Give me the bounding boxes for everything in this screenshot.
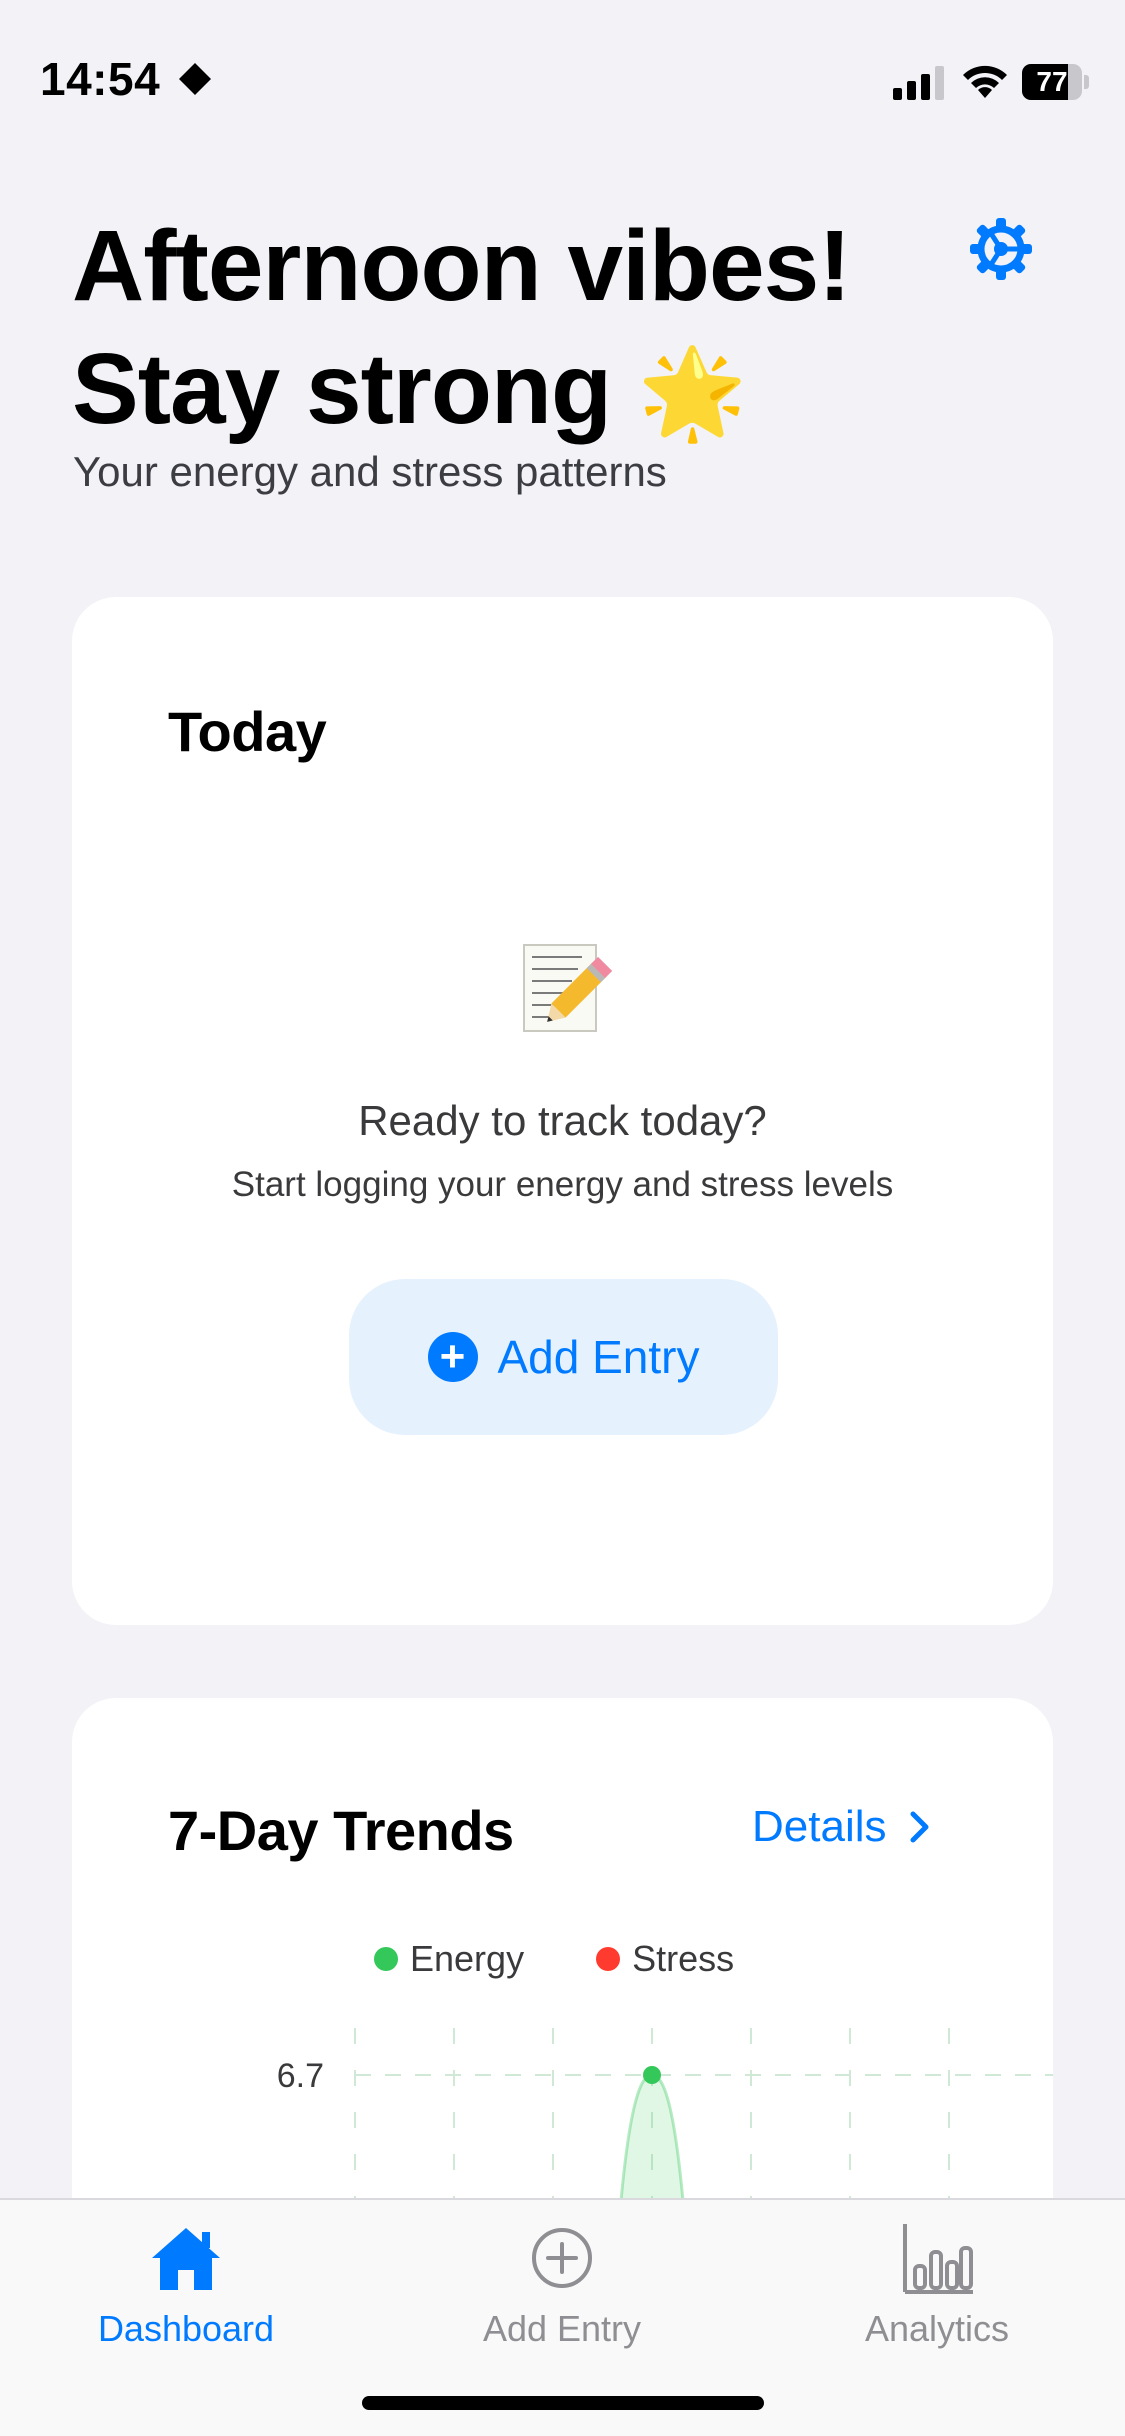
chart-y-tick-label: 6.7 bbox=[277, 2057, 324, 2095]
legend-item-energy: Energy bbox=[374, 1938, 524, 1980]
legend-label-energy: Energy bbox=[410, 1938, 525, 1979]
tab-dashboard-label: Dashboard bbox=[97, 2308, 275, 2349]
empty-state-text: Start logging your energy and stress lev… bbox=[231, 1165, 894, 1204]
battery-level: 77 bbox=[1036, 66, 1068, 97]
chevron-right-icon bbox=[910, 1811, 928, 1843]
home-indicator bbox=[362, 2396, 764, 2410]
add-entry-button[interactable]: + Add Entry bbox=[349, 1279, 778, 1435]
plus-circle-icon bbox=[532, 2228, 592, 2288]
tab-analytics[interactable]: Analytics bbox=[787, 2218, 1087, 2350]
today-card: Today Ready to track today? Start loggin… bbox=[72, 597, 1053, 1625]
page-subtitle: Your energy and stress patterns bbox=[73, 448, 667, 495]
legend-label-stress: Stress bbox=[632, 1938, 735, 1979]
legend-item-stress: Stress bbox=[596, 1938, 734, 1980]
chart-legend: Energy Stress bbox=[374, 1938, 734, 1980]
memo-pencil-icon bbox=[523, 944, 612, 1032]
battery-icon: 77 bbox=[1022, 64, 1089, 100]
tab-add-entry-label: Add Entry bbox=[482, 2308, 642, 2349]
tab-analytics-label: Analytics bbox=[864, 2308, 1010, 2349]
legend-dot-energy bbox=[374, 1947, 398, 1971]
wifi-icon bbox=[963, 65, 1007, 98]
greeting-line-1: Afternoon vibes! bbox=[72, 210, 851, 322]
legend-dot-stress bbox=[596, 1947, 621, 1971]
bar-chart-icon bbox=[903, 2224, 973, 2294]
cellular-signal-icon bbox=[893, 66, 944, 100]
today-card-title: Today bbox=[168, 700, 327, 763]
chart-point-energy bbox=[643, 2066, 661, 2084]
empty-state-heading: Ready to track today? bbox=[358, 1097, 767, 1144]
tab-add-entry[interactable]: Add Entry bbox=[412, 2218, 712, 2350]
star-emoji-icon: 🌟 bbox=[637, 343, 748, 442]
dashboard-screen: 14:54 77 Afternoon vibes! Stay strong 🌟 bbox=[0, 0, 1125, 2436]
trends-card-title: 7-Day Trends bbox=[168, 1799, 514, 1862]
details-link[interactable]: Details bbox=[752, 1802, 931, 1852]
greeting-title: Afternoon vibes! Stay strong 🌟 bbox=[72, 205, 932, 454]
settings-button[interactable] bbox=[966, 214, 1036, 284]
gear-icon bbox=[970, 218, 1032, 280]
plus-circle-fill-icon: + bbox=[427, 1332, 478, 1382]
status-bar: 14:54 77 bbox=[0, 0, 1125, 150]
tab-dashboard[interactable]: Dashboard bbox=[36, 2218, 336, 2350]
house-icon bbox=[152, 2228, 220, 2290]
status-time: 14:54 bbox=[40, 53, 161, 105]
details-link-label: Details bbox=[752, 1802, 887, 1851]
focus-moon-diamond-icon bbox=[179, 63, 211, 95]
add-entry-button-label: Add Entry bbox=[497, 1331, 700, 1383]
greeting-line-2: Stay strong bbox=[72, 333, 612, 445]
